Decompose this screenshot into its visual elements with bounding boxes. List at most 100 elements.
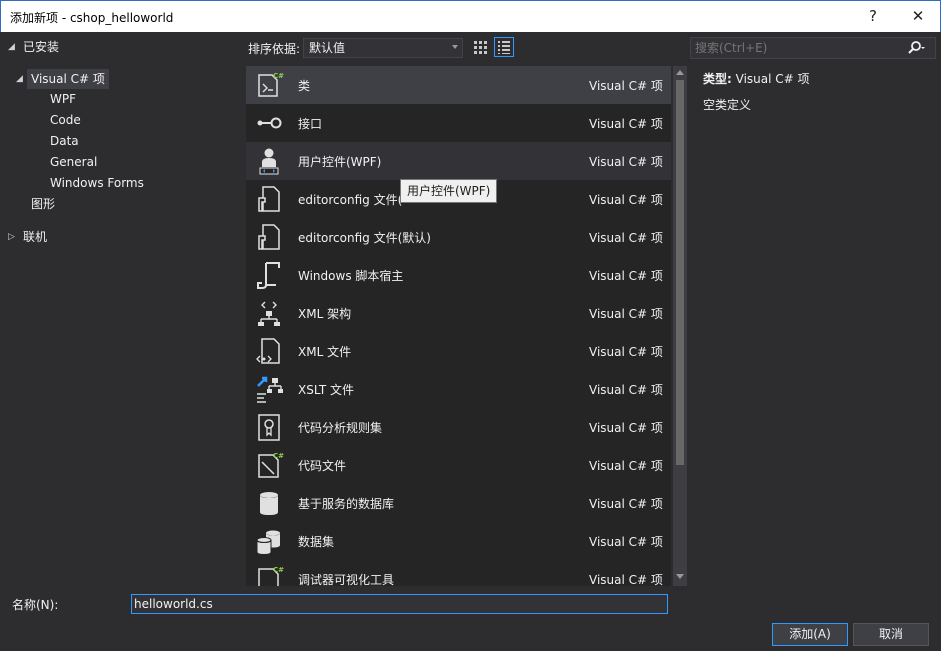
item-template-list: C# 类 Visual C# 项 接口 Visual C# 项 用户控件(WPF… xyxy=(246,66,671,586)
dataset-icon xyxy=(256,530,280,556)
item-name: Windows 脚本宿主 xyxy=(298,269,404,283)
editorconfig-icon xyxy=(258,186,280,212)
list-item[interactable]: C# 调试器可视化工具 Visual C# 项 xyxy=(246,560,671,586)
expanded-triangle-icon[interactable]: ◢ xyxy=(8,37,15,57)
scroll-down-icon[interactable] xyxy=(676,574,684,579)
item-name: XML 架构 xyxy=(298,307,352,321)
item-language: Visual C# 项 xyxy=(589,117,663,131)
item-tooltip: 用户控件(WPF) xyxy=(400,179,498,203)
ruleset-icon xyxy=(258,414,280,441)
detail-type-value: Visual C# 项 xyxy=(735,72,810,86)
tree-node-wpf[interactable]: WPF xyxy=(50,89,76,109)
item-language: Visual C# 项 xyxy=(589,383,663,397)
svg-text:C#: C# xyxy=(273,566,284,574)
item-language: Visual C# 项 xyxy=(589,345,663,359)
tree-node-code[interactable]: Code xyxy=(50,110,81,130)
item-language: Visual C# 项 xyxy=(589,497,663,511)
item-name: editorconfig 文件( xyxy=(298,193,403,207)
tree-node-general[interactable]: General xyxy=(50,152,97,172)
item-name: XSLT 文件 xyxy=(298,383,355,397)
search-input[interactable] xyxy=(691,38,896,58)
item-name: 用户控件(WPF) xyxy=(298,155,382,169)
detail-description: 空类定义 xyxy=(703,98,752,112)
sort-value: 默认值 xyxy=(309,41,346,55)
title-bar: 添加新项 - cshop_helloworld ? ✕ xyxy=(0,0,941,32)
list-item[interactable]: XSLT 文件 Visual C# 项 xyxy=(246,370,671,408)
add-button[interactable]: 添加(A) xyxy=(772,623,848,646)
list-item[interactable]: Windows 脚本宿主 Visual C# 项 xyxy=(246,256,671,294)
xml-file-icon xyxy=(256,338,280,364)
expanded-triangle-icon[interactable]: ◢ xyxy=(16,69,23,89)
detail-type-label: 类型: xyxy=(703,72,732,86)
item-name: 调试器可视化工具 xyxy=(298,573,395,586)
database-icon xyxy=(260,492,278,515)
detail-type: 类型: Visual C# 项 xyxy=(703,70,810,87)
chevron-down-icon xyxy=(452,45,458,49)
list-item[interactable]: C# 代码文件 Visual C# 项 xyxy=(246,446,671,484)
item-language: Visual C# 项 xyxy=(589,535,663,549)
item-language: Visual C# 项 xyxy=(589,269,663,283)
list-view-icon xyxy=(498,41,510,54)
item-language: Visual C# 项 xyxy=(589,459,663,473)
list-item[interactable]: XML 文件 Visual C# 项 xyxy=(246,332,671,370)
list-item[interactable]: 基于服务的数据库 Visual C# 项 xyxy=(246,484,671,522)
grid-view-button[interactable] xyxy=(470,37,490,57)
item-name: 代码分析规则集 xyxy=(298,421,383,435)
tree-node-windows-forms[interactable]: Windows Forms xyxy=(50,173,144,193)
category-tree: ◢ 已安装 ◢ Visual C# 项 WPF Code Data Genera… xyxy=(0,32,242,586)
name-field[interactable] xyxy=(131,594,668,614)
help-button[interactable]: ? xyxy=(853,1,893,32)
tree-node-label: 联机 xyxy=(23,230,48,244)
cancel-button[interactable]: 取消 xyxy=(853,623,929,646)
svg-text:C#: C# xyxy=(273,72,284,80)
item-language: Visual C# 项 xyxy=(589,79,663,93)
list-item[interactable]: 数据集 Visual C# 项 xyxy=(246,522,671,560)
item-name: 数据集 xyxy=(298,535,335,549)
list-item[interactable]: 接口 Visual C# 项 xyxy=(246,104,671,142)
tree-node-label: Visual C# 项 xyxy=(27,69,109,89)
tree-node-graphics[interactable]: 图形 xyxy=(31,194,55,214)
scroll-thumb[interactable] xyxy=(676,80,684,465)
xml-schema-icon xyxy=(258,301,280,326)
item-language: Visual C# 项 xyxy=(589,421,663,435)
visualizer-icon: C# xyxy=(258,566,284,586)
list-item[interactable]: 用户控件(WPF) Visual C# 项 xyxy=(246,142,671,180)
editorconfig-icon xyxy=(258,224,280,250)
name-label: 名称(N): xyxy=(12,598,59,612)
list-scrollbar[interactable] xyxy=(673,66,687,586)
item-name: 类 xyxy=(298,79,311,93)
sort-dropdown[interactable]: 默认值 xyxy=(303,38,463,58)
item-language: Visual C# 项 xyxy=(589,573,663,586)
window-title: 添加新项 - cshop_helloworld xyxy=(10,11,174,25)
search-icon[interactable] xyxy=(907,40,925,56)
item-name: 代码文件 xyxy=(298,459,347,473)
item-language: Visual C# 项 xyxy=(589,193,663,207)
tree-node-label: 已安装 xyxy=(23,40,60,54)
interface-icon xyxy=(257,117,282,129)
item-language: Visual C# 项 xyxy=(589,307,663,321)
class-icon: C# xyxy=(258,72,284,97)
scroll-up-icon[interactable] xyxy=(676,70,684,75)
tree-node-data[interactable]: Data xyxy=(50,131,79,151)
search-box[interactable] xyxy=(690,37,936,59)
list-item[interactable]: XML 架构 Visual C# 项 xyxy=(246,294,671,332)
item-name: editorconfig 文件(默认) xyxy=(298,231,431,245)
list-item[interactable]: editorconfig 文件(默认) Visual C# 项 xyxy=(246,218,671,256)
xslt-icon xyxy=(257,376,283,403)
item-name: XML 文件 xyxy=(298,345,352,359)
sort-label: 排序依据: xyxy=(248,42,301,56)
list-item[interactable]: 代码分析规则集 Visual C# 项 xyxy=(246,408,671,446)
list-item[interactable]: C# 类 Visual C# 项 xyxy=(246,66,671,104)
item-name: 接口 xyxy=(298,117,323,131)
script-icon xyxy=(257,262,280,289)
list-view-button[interactable] xyxy=(494,37,514,57)
collapsed-triangle-icon[interactable]: ▷ xyxy=(8,227,15,247)
item-language: Visual C# 项 xyxy=(589,231,663,245)
user-control-icon xyxy=(259,148,279,175)
grid-view-icon xyxy=(474,41,487,54)
svg-text:C#: C# xyxy=(273,452,284,460)
close-button[interactable]: ✕ xyxy=(898,1,938,32)
item-name: 基于服务的数据库 xyxy=(298,497,395,511)
code-file-icon: C# xyxy=(258,452,284,478)
item-language: Visual C# 项 xyxy=(589,155,663,169)
